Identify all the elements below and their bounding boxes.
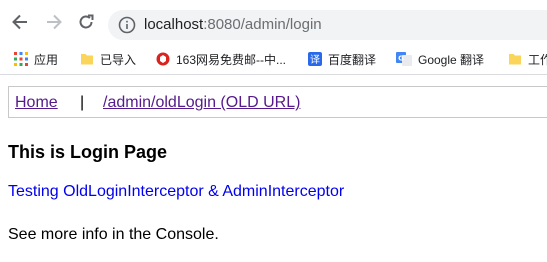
- bookmark-work[interactable]: 工作: [508, 50, 547, 68]
- interceptor-test-text: Testing OldLoginInterceptor & AdminInter…: [8, 183, 345, 200]
- nav-separator: |: [80, 94, 85, 111]
- forward-arrow-icon: [47, 14, 62, 30]
- url-path: :8080/admin/login: [203, 16, 322, 33]
- 163-mail-icon: [156, 52, 170, 66]
- url-host: localhost: [144, 16, 204, 33]
- bookmark-label: 百度翻译: [328, 52, 377, 67]
- bookmark-163-mail[interactable]: 163网易免费邮--中...: [156, 50, 286, 68]
- console-info-text: See more info in the Console.: [8, 226, 219, 243]
- bookmark-label: 已导入: [100, 52, 137, 67]
- forward-button[interactable]: [40, 8, 68, 36]
- back-button[interactable]: [6, 8, 34, 36]
- bookmark-apps[interactable]: 应用: [14, 50, 58, 68]
- info-icon[interactable]: [118, 16, 136, 34]
- apps-grid-icon: [14, 52, 28, 66]
- bookmark-baidu-translate[interactable]: 译 百度翻译: [308, 50, 376, 68]
- folder-icon: [509, 54, 521, 65]
- bookmark-label: Google 翻译: [418, 52, 485, 67]
- back-arrow-icon: [12, 14, 27, 30]
- bookmark-imported[interactable]: 已导入: [80, 50, 136, 68]
- old-login-link[interactable]: /admin/oldLogin (OLD URL): [103, 94, 300, 112]
- browser-toolbar: localhost:8080/admin/login: [0, 0, 547, 44]
- page-nav-box: Home | /admin/oldLogin (OLD URL): [8, 86, 547, 118]
- bookmark-label: 163网易免费邮--中...: [176, 52, 287, 67]
- home-link[interactable]: Home: [15, 94, 58, 112]
- svg-text:译: 译: [310, 54, 320, 66]
- bookmark-label: 工作: [528, 52, 547, 67]
- reload-button[interactable]: [72, 8, 100, 36]
- svg-text:G: G: [398, 55, 404, 63]
- page-title: This is Login Page: [8, 142, 168, 162]
- url-text[interactable]: localhost:8080/admin/login: [144, 16, 322, 34]
- reload-icon: [79, 14, 94, 29]
- google-translate-icon: G: [396, 52, 412, 66]
- bookmark-label: 应用: [34, 52, 59, 67]
- bookmarks-bar: 应用 已导入 163网易免费邮--中... 译 百度翻译 G Google 翻译: [0, 44, 547, 75]
- address-bar[interactable]: localhost:8080/admin/login: [108, 10, 547, 40]
- folder-icon: [81, 54, 93, 65]
- baidu-translate-icon: 译: [308, 52, 322, 66]
- bookmark-google-translate[interactable]: G Google 翻译: [396, 50, 484, 68]
